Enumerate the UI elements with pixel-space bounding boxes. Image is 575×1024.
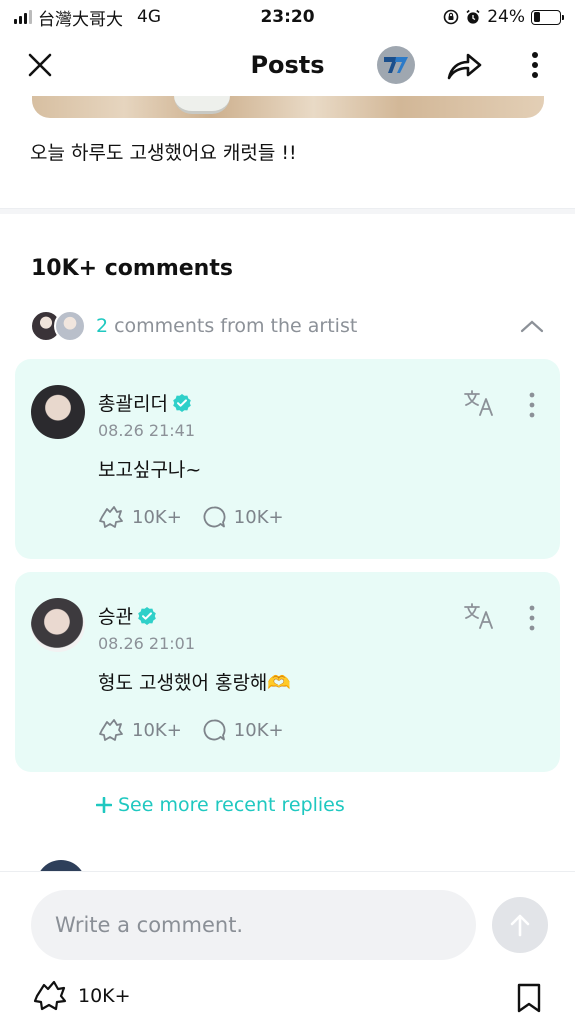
bookmark-icon: [517, 983, 541, 1013]
translate-button[interactable]: [462, 600, 498, 632]
avatar[interactable]: [31, 385, 85, 439]
post-image-shoe: [174, 96, 230, 114]
send-button[interactable]: [492, 897, 548, 953]
artist-comment-count: 2: [96, 315, 109, 337]
like-count: 10K+: [132, 719, 182, 741]
share-button[interactable]: [445, 45, 485, 85]
like-icon: [99, 506, 123, 528]
artist-comment-label: comments from the artist: [114, 315, 358, 337]
comment-author[interactable]: 승관: [98, 602, 133, 629]
comment-bubble-icon: [203, 719, 226, 741]
share-icon: [447, 53, 482, 80]
translate-icon: [464, 603, 493, 629]
comment-more-button[interactable]: [520, 389, 544, 421]
avatar: [54, 310, 86, 342]
status-right: 24%: [443, 7, 564, 27]
like-icon: [33, 980, 67, 1011]
plus-icon: [96, 797, 112, 813]
see-more-replies-link[interactable]: See more recent replies: [96, 794, 345, 816]
verified-badge-icon: [173, 393, 191, 412]
comment-actions: 10K+ 10K+: [98, 718, 304, 742]
reply-button[interactable]: 10K+: [202, 505, 284, 529]
reply-count: 10K+: [233, 506, 284, 528]
comment-date: 08.26 21:41: [98, 421, 195, 440]
artist-logo-button[interactable]: [377, 46, 415, 84]
like-button[interactable]: 10K+: [98, 718, 182, 742]
reply-button[interactable]: 10K+: [202, 718, 284, 742]
comment-bubble-icon: [203, 506, 226, 528]
comment-author-row: 승관: [98, 602, 157, 629]
bottom-bar: 10K+: [0, 871, 575, 1024]
more-vertical-icon: [532, 52, 538, 78]
bookmark-button[interactable]: [512, 980, 546, 1016]
close-button[interactable]: [20, 45, 60, 85]
post-like-button[interactable]: 10K+: [32, 980, 131, 1012]
arrow-up-icon: [510, 914, 530, 937]
signal-strength-icon: [14, 10, 32, 24]
avatar[interactable]: [31, 598, 85, 652]
see-more-label: See more recent replies: [118, 794, 345, 816]
artist-logo-icon: [384, 57, 408, 73]
nav-bar: Posts: [0, 34, 575, 96]
close-icon: [28, 53, 52, 77]
like-icon: [99, 719, 123, 741]
battery-icon: [531, 9, 564, 25]
more-vertical-icon: [529, 392, 535, 418]
like-count: 10K+: [132, 506, 182, 528]
comment-text: 보고싶구나~: [98, 459, 202, 481]
comments-heading: 10K+ comments: [31, 256, 233, 281]
orientation-lock-icon: [443, 9, 459, 25]
post-image[interactable]: [32, 96, 544, 118]
artist-avatars: [30, 310, 86, 342]
comment-card: 승관 08.26 21:01 형도 고생했어 홍랑해🫶 10K+ 10K+: [15, 572, 560, 772]
more-vertical-icon: [529, 605, 535, 631]
comment-card: 총괄리더 08.26 21:41 보고싶구나~ 10K+ 10K+: [15, 359, 560, 559]
network-type: 4G: [137, 7, 161, 27]
post-text: 오늘 하루도 고생했어요 캐럿들 !!: [30, 142, 297, 164]
comment-author-row: 총괄리더: [98, 389, 192, 416]
artist-comments-summary[interactable]: 2 comments from the artist: [30, 308, 550, 344]
comment-input[interactable]: [31, 890, 476, 960]
comment-actions: 10K+ 10K+: [98, 505, 304, 529]
verified-badge-icon: [138, 606, 156, 625]
post-like-count: 10K+: [78, 985, 131, 1007]
like-button[interactable]: 10K+: [98, 505, 182, 529]
comment-author[interactable]: 총괄리더: [98, 389, 168, 416]
comment-date: 08.26 21:01: [98, 634, 195, 653]
carrier-name: 台灣大哥大: [38, 9, 123, 30]
nav-actions: [377, 45, 555, 85]
translate-button[interactable]: [462, 387, 498, 419]
more-options-button[interactable]: [515, 45, 555, 85]
battery-percent: 24%: [487, 7, 525, 27]
chevron-up-icon: [520, 320, 544, 333]
reply-count: 10K+: [233, 719, 284, 741]
battery-fill: [533, 12, 540, 22]
section-divider: [0, 208, 575, 214]
alarm-icon: [466, 9, 480, 24]
status-bar: 台灣大哥大 4G 23:20 24%: [0, 0, 575, 34]
comment-text: 형도 고생했어 홍랑해🫶: [98, 672, 292, 694]
translate-icon: [464, 390, 493, 416]
collapse-button[interactable]: [514, 308, 550, 344]
comment-more-button[interactable]: [520, 602, 544, 634]
